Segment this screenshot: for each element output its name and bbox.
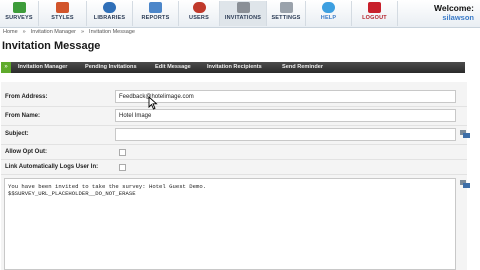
surveys-icon — [12, 2, 26, 13]
nav-item-libraries[interactable]: LIBRARIES — [87, 1, 133, 26]
nav-label: HELP — [320, 15, 337, 21]
nav-label: STYLES — [51, 15, 74, 21]
breadcrumb-separator: » — [22, 29, 26, 35]
tab-pending-invitations[interactable]: Pending Invitations — [85, 62, 137, 73]
message-line: $$SURVEY_URL_PLACEHOLDER__DO_NOT_ERASE — [8, 190, 136, 197]
subject-input[interactable] — [115, 128, 456, 141]
tab-invitation-recipients[interactable]: Invitation Recipients — [207, 62, 262, 73]
reports-icon — [149, 2, 162, 13]
breadcrumb-invitation-message: Invitation Message — [89, 29, 135, 35]
mouse-cursor-icon — [148, 96, 158, 110]
subject-row: Subject: — [1, 126, 470, 145]
nav-label: LIBRARIES — [93, 15, 126, 21]
nav-label: REPORTS — [141, 15, 170, 21]
nav-item-help[interactable]: HELP — [306, 1, 352, 26]
message-body-editor[interactable]: You have been invited to take the survey… — [4, 178, 456, 270]
auto-login-checkbox[interactable] — [119, 164, 126, 171]
styles-icon — [56, 2, 69, 13]
allow-opt-out-checkbox[interactable] — [119, 149, 126, 156]
sub-navigation: » Invitation Manager Pending Invitations… — [1, 62, 465, 73]
breadcrumb: Home » Invitation Manager » Invitation Messa… — [3, 29, 140, 35]
libraries-icon — [103, 2, 116, 13]
auto-login-row: Link Automatically Logs User In: — [1, 160, 467, 175]
breadcrumb-home[interactable]: Home — [3, 29, 18, 35]
subnav-toggle[interactable]: » — [1, 62, 11, 73]
tab-send-reminder[interactable]: Send Reminder — [282, 62, 323, 73]
auto-login-label: Link Automatically Logs User In: — [5, 164, 99, 170]
from-address-row: From Address: Feedback@hotelimage.com — [1, 88, 467, 107]
breadcrumb-invitation-manager[interactable]: Invitation Manager — [31, 29, 76, 35]
breadcrumb-separator: » — [80, 29, 85, 35]
allow-opt-out-label: Allow Opt Out: — [5, 149, 47, 155]
insert-field-icon[interactable] — [460, 130, 470, 138]
top-navigation: SURVEYS STYLES LIBRARIES REPORTS USERS I… — [0, 0, 480, 28]
insert-field-icon[interactable] — [460, 180, 470, 188]
from-address-label: From Address: — [5, 94, 48, 100]
nav-item-logout[interactable]: LOGOUT — [352, 1, 398, 26]
nav-item-reports[interactable]: REPORTS — [133, 1, 179, 26]
help-icon — [322, 2, 335, 13]
subject-label: Subject: — [5, 131, 29, 137]
from-name-label: From Name: — [5, 113, 41, 119]
users-icon — [192, 2, 206, 13]
allow-opt-out-row: Allow Opt Out: — [1, 145, 467, 160]
from-name-row: From Name: Hotel Image — [1, 107, 467, 126]
nav-item-invitations[interactable]: INVITATIONS — [220, 1, 267, 26]
nav-item-users[interactable]: USERS — [179, 1, 220, 26]
nav-label: USERS — [189, 15, 209, 21]
page-title: Invitation Message — [2, 40, 101, 52]
nav-label: INVITATIONS — [224, 15, 262, 21]
nav-item-surveys[interactable]: SURVEYS — [0, 1, 39, 26]
nav-item-settings[interactable]: SETTINGS — [267, 1, 306, 26]
nav-label: SURVEYS — [5, 15, 33, 21]
logout-icon — [368, 2, 381, 13]
from-address-input[interactable]: Feedback@hotelimage.com — [115, 90, 456, 103]
message-form: From Address: Feedback@hotelimage.com Fr… — [1, 82, 470, 270]
invitations-icon — [236, 2, 250, 13]
welcome-block: Welcome: silawson — [434, 3, 474, 23]
nav-label: SETTINGS — [271, 15, 301, 21]
message-line: You have been invited to take the survey… — [8, 183, 207, 190]
username-link[interactable]: silawson — [434, 13, 474, 22]
nav-item-styles[interactable]: STYLES — [39, 1, 87, 26]
settings-icon — [279, 2, 293, 13]
nav-label: LOGOUT — [362, 15, 387, 21]
tab-edit-message[interactable]: Edit Message — [155, 62, 191, 73]
welcome-text: Welcome: — [434, 3, 474, 13]
tab-invitation-manager[interactable]: Invitation Manager — [18, 62, 67, 73]
from-name-input[interactable]: Hotel Image — [115, 109, 456, 122]
